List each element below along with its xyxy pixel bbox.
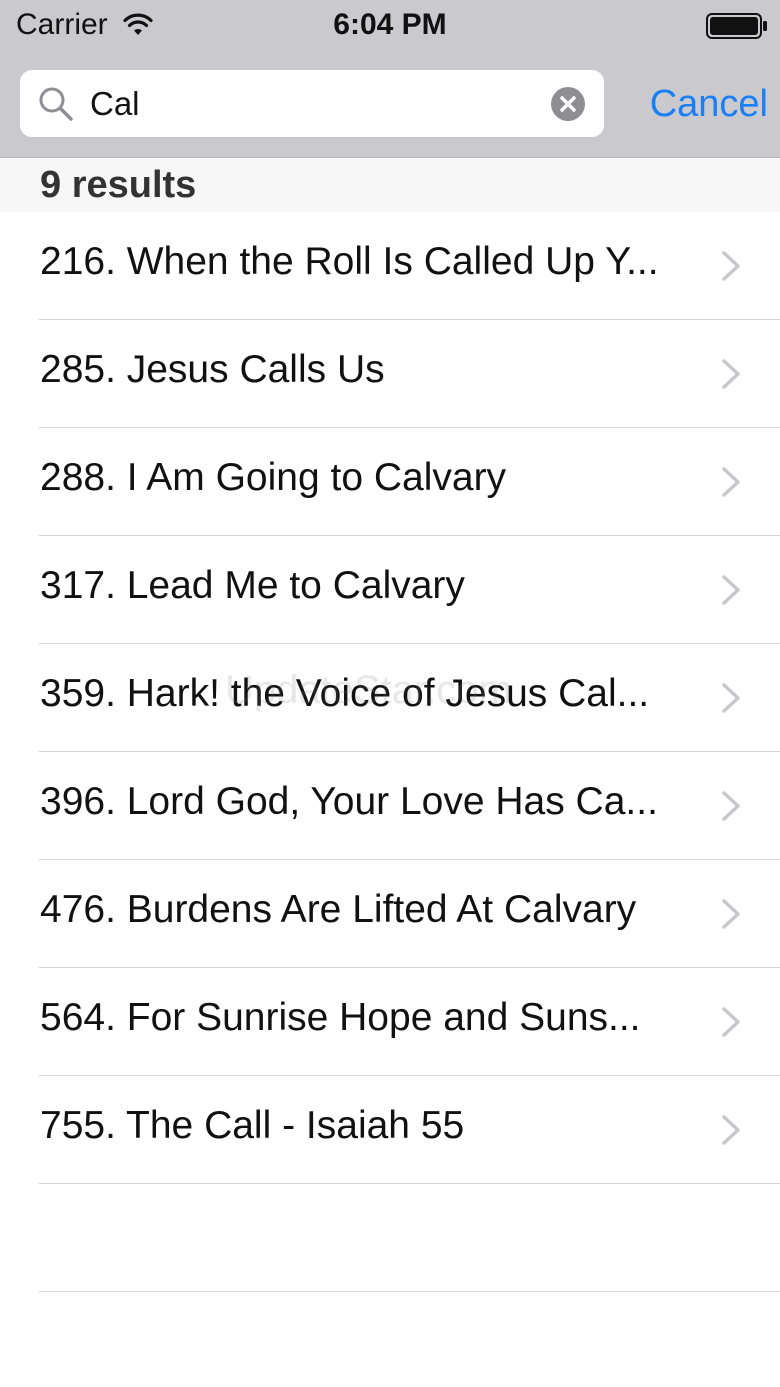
result-row[interactable]: 317. Lead Me to Calvary bbox=[39, 536, 780, 644]
chevron-right-icon bbox=[722, 899, 740, 929]
result-row[interactable]: 359. Hark! the Voice of Jesus Cal... bbox=[39, 644, 780, 752]
search-bar-area: Carrier 6:04 PM Cal Cancel bbox=[0, 0, 780, 158]
result-row[interactable]: 288. I Am Going to Calvary bbox=[39, 428, 780, 536]
search-field[interactable] bbox=[20, 70, 604, 137]
chevron-right-icon bbox=[722, 683, 740, 713]
result-row[interactable]: 476. Burdens Are Lifted At Calvary bbox=[39, 860, 780, 968]
battery-icon bbox=[706, 13, 767, 39]
search-input[interactable] bbox=[90, 78, 530, 130]
result-label: 755. The Call - Isaiah 55 bbox=[40, 1104, 465, 1147]
chevron-right-icon bbox=[722, 1007, 740, 1037]
result-row[interactable]: 564. For Sunrise Hope and Suns... bbox=[39, 968, 780, 1076]
empty-row bbox=[39, 1184, 780, 1292]
chevron-right-icon bbox=[722, 791, 740, 821]
clear-icon[interactable] bbox=[550, 86, 586, 122]
result-row[interactable]: 755. The Call - Isaiah 55 bbox=[39, 1076, 780, 1184]
result-row[interactable]: 396. Lord God, Your Love Has Ca... bbox=[39, 752, 780, 860]
results-count: 9 results bbox=[40, 164, 197, 206]
cancel-button[interactable]: Cancel bbox=[628, 78, 768, 130]
result-row[interactable]: 216. When the Roll Is Called Up Y... bbox=[39, 212, 780, 320]
result-label: 359. Hark! the Voice of Jesus Cal... bbox=[40, 672, 650, 715]
chevron-right-icon bbox=[722, 251, 740, 281]
chevron-right-icon bbox=[722, 1115, 740, 1145]
status-time: 6:04 PM bbox=[333, 8, 447, 41]
result-label: 317. Lead Me to Calvary bbox=[40, 564, 465, 607]
status-bar: Carrier 6:04 PM bbox=[0, 0, 780, 54]
result-label: 476. Burdens Are Lifted At Calvary bbox=[40, 888, 637, 931]
chevron-right-icon bbox=[722, 359, 740, 389]
chevron-right-icon bbox=[722, 575, 740, 605]
chevron-right-icon bbox=[722, 467, 740, 497]
result-label: 288. I Am Going to Calvary bbox=[40, 456, 507, 499]
screen: Carrier 6:04 PM Cal Cancel 9 results 216… bbox=[0, 0, 780, 1387]
result-row[interactable]: 285. Jesus Calls Us bbox=[39, 320, 780, 428]
results-header: 9 results bbox=[0, 158, 780, 212]
result-label: 564. For Sunrise Hope and Suns... bbox=[40, 996, 641, 1039]
result-label: 216. When the Roll Is Called Up Y... bbox=[40, 240, 659, 283]
result-label: 396. Lord God, Your Love Has Ca... bbox=[40, 780, 658, 823]
results-list: 216. When the Roll Is Called Up Y... 285… bbox=[0, 212, 780, 1292]
search-icon bbox=[39, 87, 73, 121]
result-label: 285. Jesus Calls Us bbox=[40, 348, 385, 391]
